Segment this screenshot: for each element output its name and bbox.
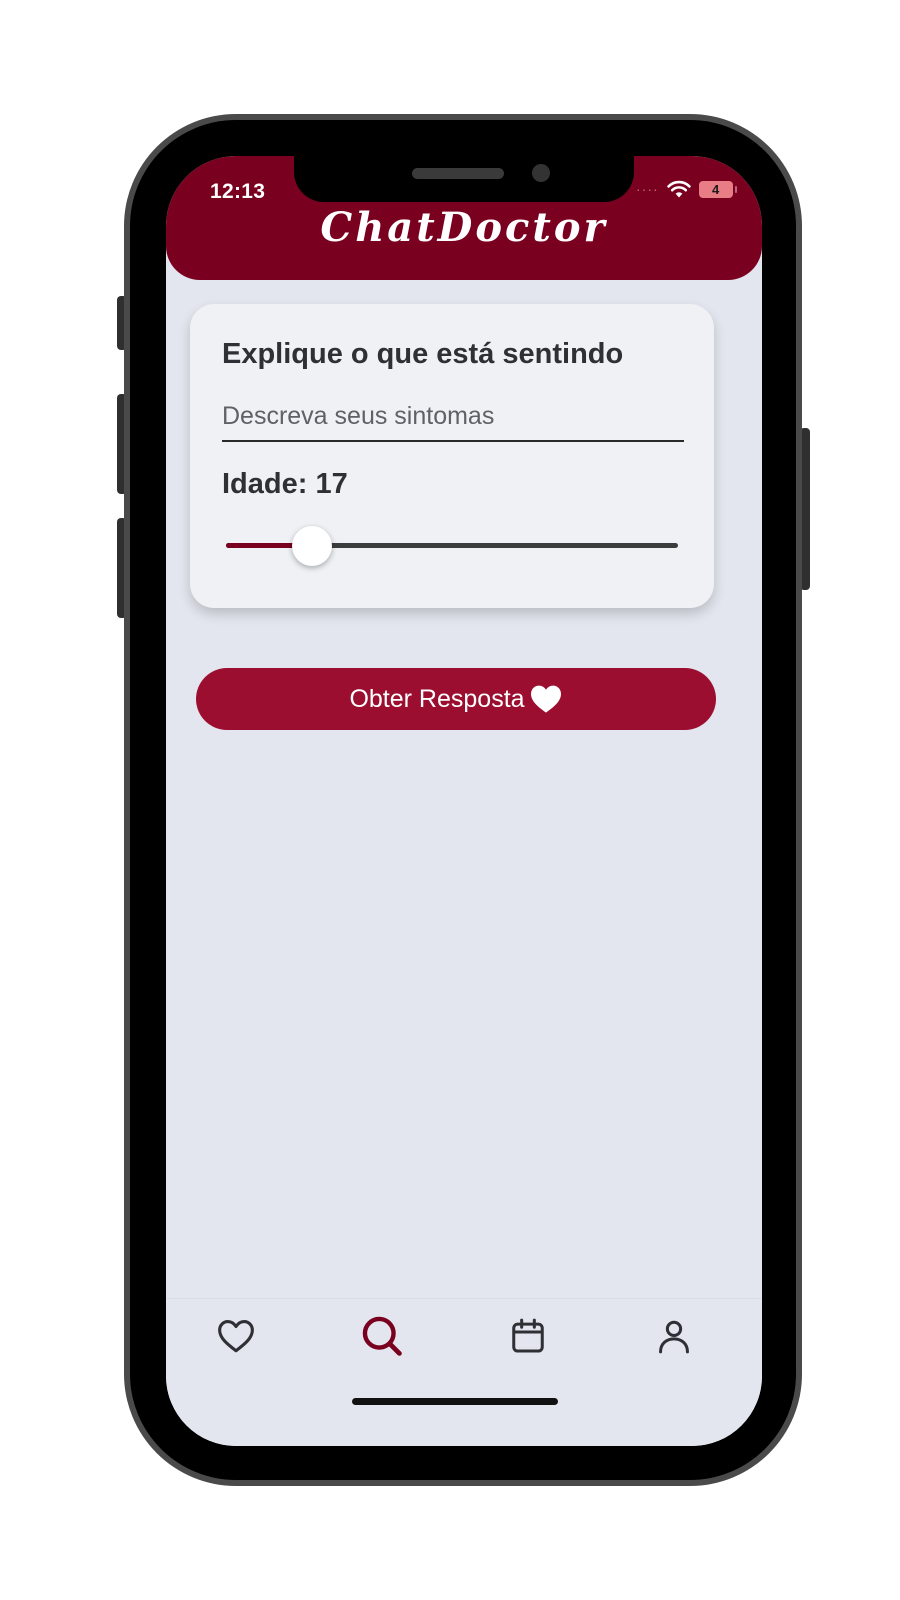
cellular-signal-icon: ···· (636, 181, 659, 197)
user-icon (655, 1316, 693, 1361)
symptoms-input[interactable] (222, 392, 684, 442)
home-indicator (352, 1398, 558, 1405)
heart-outline-icon (216, 1318, 256, 1359)
tab-favorites[interactable] (206, 1313, 266, 1363)
device-mockup: 12:13 ···· 4 ChatDoctor Explique o que e… (0, 0, 900, 1600)
app-title: ChatDoctor (320, 204, 608, 251)
form-title: Explique o que está sentindo (222, 338, 624, 370)
calendar-icon (509, 1316, 547, 1361)
battery-icon: 4 (698, 180, 737, 198)
symptom-form-card: Explique o que está sentindo Idade: 17 (190, 304, 714, 608)
get-answer-label: Obter Resposta (349, 684, 525, 713)
search-icon (360, 1314, 404, 1363)
age-slider[interactable] (226, 526, 678, 566)
wifi-icon (666, 180, 691, 198)
bottom-tab-bar (166, 1298, 762, 1446)
camera-icon (532, 164, 550, 182)
tab-profile[interactable] (644, 1313, 704, 1363)
speaker-grille (412, 168, 504, 179)
phone-notch (294, 156, 634, 202)
age-label: Idade: 17 (222, 468, 348, 500)
heart-icon (529, 684, 563, 714)
get-answer-button[interactable]: Obter Resposta (196, 668, 716, 730)
age-slider-thumb[interactable] (292, 526, 332, 566)
status-indicators: ···· 4 (636, 180, 737, 198)
app-screen: 12:13 ···· 4 ChatDoctor Explique o que e… (166, 156, 762, 1446)
tab-calendar[interactable] (498, 1313, 558, 1363)
status-time: 12:13 (210, 180, 266, 203)
tab-search[interactable] (352, 1313, 412, 1363)
app-header: 12:13 ···· 4 ChatDoctor (166, 156, 762, 280)
